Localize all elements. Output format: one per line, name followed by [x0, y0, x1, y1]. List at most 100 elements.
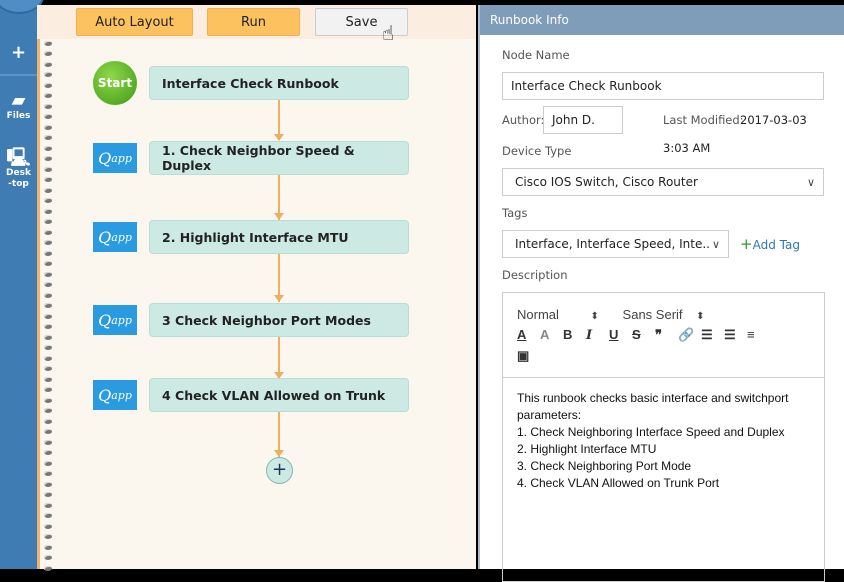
spiral-ring	[44, 51, 52, 56]
description-text[interactable]: This runbook checks basic interface and …	[503, 378, 824, 504]
spiral-ring	[44, 261, 52, 266]
device-type-label: Device Type	[502, 144, 572, 158]
qapp-icon: Qapp	[93, 380, 137, 410]
new-button[interactable]: +	[0, 42, 37, 63]
highlight-icon[interactable]: A	[540, 327, 563, 342]
underline-icon[interactable]: U	[609, 327, 632, 342]
spiral-ring	[44, 366, 52, 371]
plus-icon: +	[740, 235, 753, 253]
notebook-spiral	[37, 5, 60, 571]
spiral-ring	[44, 282, 52, 287]
spiral-ring	[44, 135, 52, 140]
spiral-ring	[44, 555, 52, 560]
start-badge: Start	[93, 61, 137, 105]
run-button[interactable]: Run	[207, 8, 300, 36]
add-node-button[interactable]: +	[266, 457, 293, 484]
spiral-ring	[44, 313, 52, 319]
tags-select[interactable]: Interface, Interface Speed, Inte.. ∨	[502, 230, 729, 258]
link-icon[interactable]: 🔗	[678, 327, 701, 343]
italic-icon[interactable]: I	[586, 328, 609, 343]
ordered-list-icon[interactable]: ☰	[701, 327, 724, 343]
add-tag-button[interactable]: +Add Tag	[740, 235, 800, 253]
spiral-ring	[44, 103, 52, 109]
image-icon[interactable]: ▣	[517, 348, 540, 364]
spiral-ring	[44, 376, 52, 382]
description-label: Description	[502, 268, 568, 282]
spiral-ring	[44, 40, 52, 46]
node-name-input[interactable]: Interface Check Runbook	[502, 72, 824, 100]
auto-layout-button[interactable]: Auto Layout	[76, 8, 193, 36]
chevron-down-icon: ∨	[806, 175, 815, 189]
plus-icon: +	[10, 42, 27, 63]
spiral-ring	[44, 460, 52, 466]
spiral-ring	[44, 502, 52, 508]
tags-label: Tags	[502, 206, 528, 220]
spiral-ring	[44, 450, 52, 455]
spiral-ring	[44, 439, 52, 445]
spiral-ring	[44, 187, 52, 193]
qapp-icon: Qapp	[93, 305, 137, 335]
spiral-ring	[44, 229, 52, 235]
spiral-ring	[44, 114, 52, 119]
editor-toolbar: Normal ⬍ Sans Serif ⬍ A A B I U S ❞ 🔗 ☰ ☰ ≡ ▣	[503, 293, 824, 378]
sidebar-item-desktop[interactable]: 🖳 Desk -top	[0, 148, 37, 190]
device-type-select[interactable]: Cisco IOS Switch, Cisco Router ∨	[502, 168, 824, 196]
last-modified-time: 3:03 AM	[663, 141, 711, 155]
panel-title: Runbook Info	[480, 5, 844, 35]
spiral-ring	[44, 198, 52, 203]
desktop-icon: 🖳	[6, 147, 31, 168]
flow-node-start[interactable]: Interface Check Runbook	[149, 66, 409, 100]
author-input[interactable]: John D.	[543, 106, 623, 134]
spiral-ring	[44, 492, 52, 497]
bullet-list-icon[interactable]: ☰	[724, 327, 747, 343]
runbook-info-panel: Runbook Info Node Name Interface Check R…	[478, 5, 844, 582]
flow-node-1[interactable]: 1. Check Neighbor Speed & Duplex	[149, 141, 409, 175]
spiral-ring	[44, 334, 52, 340]
description-editor: Normal ⬍ Sans Serif ⬍ A A B I U S ❞ 🔗 ☰ ☰ ≡ ▣ This…	[502, 292, 825, 582]
spiral-ring	[44, 544, 52, 550]
spiral-ring	[44, 177, 52, 182]
spiral-ring	[44, 355, 52, 361]
qapp-icon: Qapp	[93, 222, 137, 252]
last-modified-date: 2017-03-03	[740, 113, 807, 127]
qapp-icon: Qapp	[93, 143, 137, 173]
spiral-ring	[44, 250, 52, 256]
quote-icon[interactable]: ❞	[655, 327, 678, 343]
spiral-ring	[44, 219, 52, 224]
spiral-ring	[44, 534, 52, 539]
spiral-ring	[44, 303, 52, 308]
node-name-label: Node Name	[502, 48, 570, 62]
spiral-ring	[44, 156, 52, 161]
format-select[interactable]: Normal ⬍	[517, 307, 599, 322]
chevron-down-icon: ∨	[711, 237, 720, 251]
flow-node-2[interactable]: 2. Highlight Interface MTU	[149, 220, 409, 254]
spiral-ring	[44, 124, 52, 130]
spiral-ring	[44, 429, 52, 434]
spiral-ring	[44, 240, 52, 245]
hand-cursor-icon: ☝	[382, 21, 395, 45]
spiral-ring	[44, 345, 52, 350]
spiral-ring	[44, 166, 52, 172]
spiral-ring	[44, 523, 52, 529]
sidebar-item-files[interactable]: ▰ Files	[0, 90, 37, 121]
text-color-icon[interactable]: A	[517, 327, 540, 342]
spiral-ring	[44, 481, 52, 487]
spiral-ring	[44, 387, 52, 392]
spiral-ring	[44, 208, 52, 214]
bold-icon[interactable]: B	[563, 327, 586, 342]
flow-node-3[interactable]: 3 Check Neighbor Port Modes	[149, 303, 409, 337]
spiral-ring	[44, 93, 52, 98]
spiral-ring	[44, 145, 52, 151]
align-icon[interactable]: ≡	[747, 327, 770, 342]
spiral-ring	[44, 408, 52, 413]
author-label: Author:	[502, 113, 545, 127]
spiral-ring	[44, 72, 52, 77]
spiral-ring	[44, 82, 52, 88]
font-select[interactable]: Sans Serif ⬍	[623, 307, 705, 322]
spiral-ring	[44, 418, 52, 424]
flow-node-4[interactable]: 4 Check VLAN Allowed on Trunk	[149, 378, 409, 412]
strikethrough-icon[interactable]: S	[632, 327, 655, 342]
spiral-ring	[44, 471, 52, 476]
spiral-ring	[44, 324, 52, 329]
folder-icon: ▰	[11, 90, 26, 111]
